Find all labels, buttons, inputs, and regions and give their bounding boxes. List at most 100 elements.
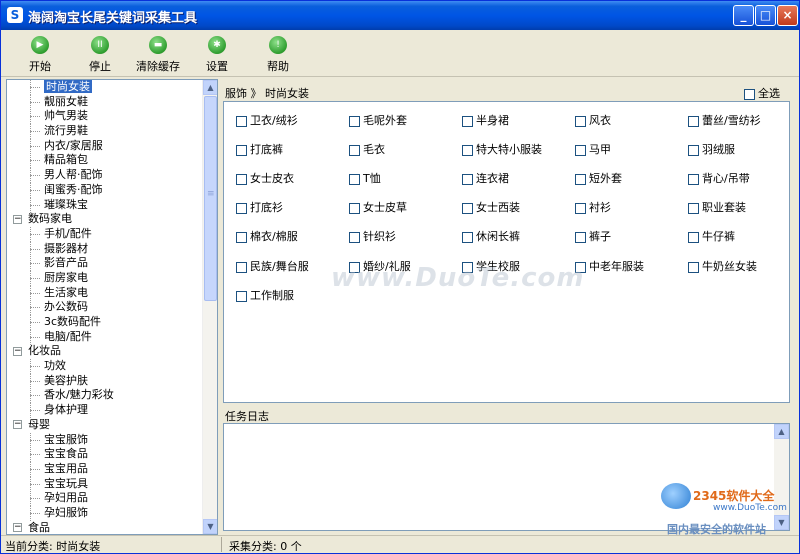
checkbox-icon[interactable]: [349, 231, 360, 243]
tree-item[interactable]: 流行男鞋: [7, 124, 203, 139]
scroll-down-arrow-icon[interactable]: ▼: [203, 519, 217, 534]
toolbar-button-3[interactable]: ✱ 设置: [206, 36, 228, 74]
log-scroll-up-icon[interactable]: ▲: [774, 424, 789, 439]
toolbar-button-4[interactable]: ! 帮助: [267, 36, 289, 74]
option-checkbox[interactable]: T恤: [349, 170, 381, 186]
collapse-icon[interactable]: −: [13, 346, 22, 356]
tree-item[interactable]: 内衣/家居服: [7, 138, 203, 154]
category-tree[interactable]: 时尚女装 靓丽女鞋 帅气男装 流行男鞋 内衣/家居服 精品箱包 男人帮·配饰 闺蜜秀·配饰 璀璨…: [6, 79, 218, 535]
tree-item[interactable]: 璀璨珠宝: [7, 197, 203, 213]
tree-item[interactable]: 身体护理: [7, 403, 203, 418]
log-scroll-down-icon[interactable]: ▼: [774, 515, 789, 530]
option-checkbox[interactable]: 羽绒服: [688, 141, 735, 157]
checkbox-icon[interactable]: [236, 144, 247, 156]
option-checkbox[interactable]: 棉衣/棉服: [236, 228, 298, 244]
option-checkbox[interactable]: 背心/吊带: [688, 170, 750, 186]
option-checkbox[interactable]: 牛仔裤: [688, 228, 735, 244]
option-checkbox[interactable]: 休闲长裤: [462, 228, 520, 244]
collapse-icon[interactable]: −: [13, 523, 22, 533]
tree-item[interactable]: 靓丽女鞋: [7, 94, 203, 110]
tree-category[interactable]: − 食品: [7, 521, 203, 534]
tree-item[interactable]: 孕妇用品: [7, 491, 203, 506]
checkbox-icon[interactable]: [688, 115, 699, 127]
checkbox-icon[interactable]: [236, 290, 247, 302]
tree-category[interactable]: − 数码家电: [7, 212, 203, 227]
option-checkbox[interactable]: 民族/舞台服: [236, 258, 309, 274]
option-checkbox[interactable]: 特大特小服装: [462, 141, 542, 157]
option-checkbox[interactable]: 女士皮衣: [236, 170, 294, 186]
option-checkbox[interactable]: 连衣裙: [462, 170, 509, 186]
checkbox-icon[interactable]: [688, 261, 699, 273]
option-checkbox[interactable]: 女士皮草: [349, 199, 407, 215]
option-checkbox[interactable]: 短外套: [575, 170, 622, 186]
app-icon[interactable]: S: [7, 7, 23, 23]
checkbox-icon[interactable]: [575, 144, 586, 156]
tree-item[interactable]: 生活家电: [7, 285, 203, 301]
option-checkbox[interactable]: 打底衫: [236, 199, 283, 215]
checkbox-icon[interactable]: [688, 144, 699, 156]
checkbox-icon[interactable]: [575, 202, 586, 214]
tree-item[interactable]: 摄影器材: [7, 241, 203, 257]
tree-item[interactable]: 3c数码配件: [7, 315, 203, 330]
checkbox-icon[interactable]: [462, 202, 473, 214]
close-button[interactable]: ×: [777, 5, 798, 26]
checkbox-icon[interactable]: [236, 173, 247, 185]
title-bar[interactable]: S 海阔淘宝长尾关键词采集工具 _ □ ×: [1, 1, 799, 30]
option-checkbox[interactable]: 半身裙: [462, 112, 509, 128]
checkbox-icon[interactable]: [349, 173, 360, 185]
scroll-up-arrow-icon[interactable]: ▲: [203, 80, 217, 95]
checkbox-icon[interactable]: [236, 202, 247, 214]
toolbar-button-0[interactable]: ▶ 开始: [29, 36, 51, 74]
checkbox-icon[interactable]: [236, 231, 247, 243]
option-checkbox[interactable]: 马甲: [575, 141, 611, 157]
checkbox-icon[interactable]: [349, 115, 360, 127]
tree-item[interactable]: 功效: [7, 359, 203, 374]
checkbox-icon[interactable]: [688, 173, 699, 185]
option-checkbox[interactable]: 中老年服装: [575, 258, 644, 274]
collapse-icon[interactable]: −: [13, 214, 22, 224]
log-scrollbar[interactable]: ▲ ▼: [774, 424, 789, 530]
option-checkbox[interactable]: 针织衫: [349, 228, 396, 244]
tree-scrollbar[interactable]: ▲ ▼: [202, 80, 217, 534]
tree-item[interactable]: 精品箱包: [7, 153, 203, 169]
task-log[interactable]: ▲ ▼: [223, 423, 790, 531]
tree-item[interactable]: 闺蜜秀·配饰: [7, 182, 203, 198]
option-checkbox[interactable]: 衬衫: [575, 199, 611, 215]
option-checkbox[interactable]: 女士西装: [462, 199, 520, 215]
checkbox-icon[interactable]: [462, 231, 473, 243]
checkbox-icon[interactable]: [236, 261, 247, 273]
maximize-button[interactable]: □: [755, 5, 776, 26]
tree-item[interactable]: 影音产品: [7, 256, 203, 271]
checkbox-icon[interactable]: [575, 231, 586, 243]
option-checkbox[interactable]: 蕾丝/雪纺衫: [688, 112, 761, 128]
checkbox-icon[interactable]: [688, 202, 699, 214]
tree-item[interactable]: 手机/配件: [7, 226, 203, 242]
option-checkbox[interactable]: 职业套装: [688, 199, 746, 215]
tree-item[interactable]: 宝宝食品: [7, 447, 203, 462]
tree-item[interactable]: 电脑/配件: [7, 329, 203, 345]
tree-category[interactable]: − 化妆品: [7, 344, 203, 359]
option-checkbox[interactable]: 卫衣/绒衫: [236, 112, 298, 128]
option-checkbox[interactable]: 毛呢外套: [349, 112, 407, 128]
tree-item[interactable]: 宝宝服饰: [7, 432, 203, 448]
tree-item[interactable]: 孕妇服饰: [7, 505, 203, 521]
tree-item[interactable]: 帅气男装: [7, 109, 203, 125]
checkbox-icon[interactable]: [575, 173, 586, 185]
option-checkbox[interactable]: 工作制服: [236, 287, 294, 303]
tree-item[interactable]: 宝宝玩具: [7, 476, 203, 492]
tree-item[interactable]: 厨房家电: [7, 270, 203, 286]
checkbox-icon[interactable]: [462, 115, 473, 127]
checkbox-icon[interactable]: [349, 144, 360, 156]
checkbox-icon[interactable]: [462, 144, 473, 156]
checkbox-icon[interactable]: [744, 88, 755, 100]
tree-category[interactable]: − 母婴: [7, 418, 203, 433]
option-checkbox[interactable]: 牛奶丝女装: [688, 258, 757, 274]
checkbox-icon[interactable]: [462, 173, 473, 185]
checkbox-icon[interactable]: [575, 115, 586, 127]
collapse-icon[interactable]: −: [13, 420, 22, 430]
toolbar-button-1[interactable]: II 停止: [89, 36, 111, 74]
checkbox-icon[interactable]: [688, 231, 699, 243]
tree-item[interactable]: 美容护肤: [7, 373, 203, 389]
tree-item[interactable]: 办公数码: [7, 300, 203, 315]
tree-item[interactable]: 时尚女装: [7, 80, 203, 95]
